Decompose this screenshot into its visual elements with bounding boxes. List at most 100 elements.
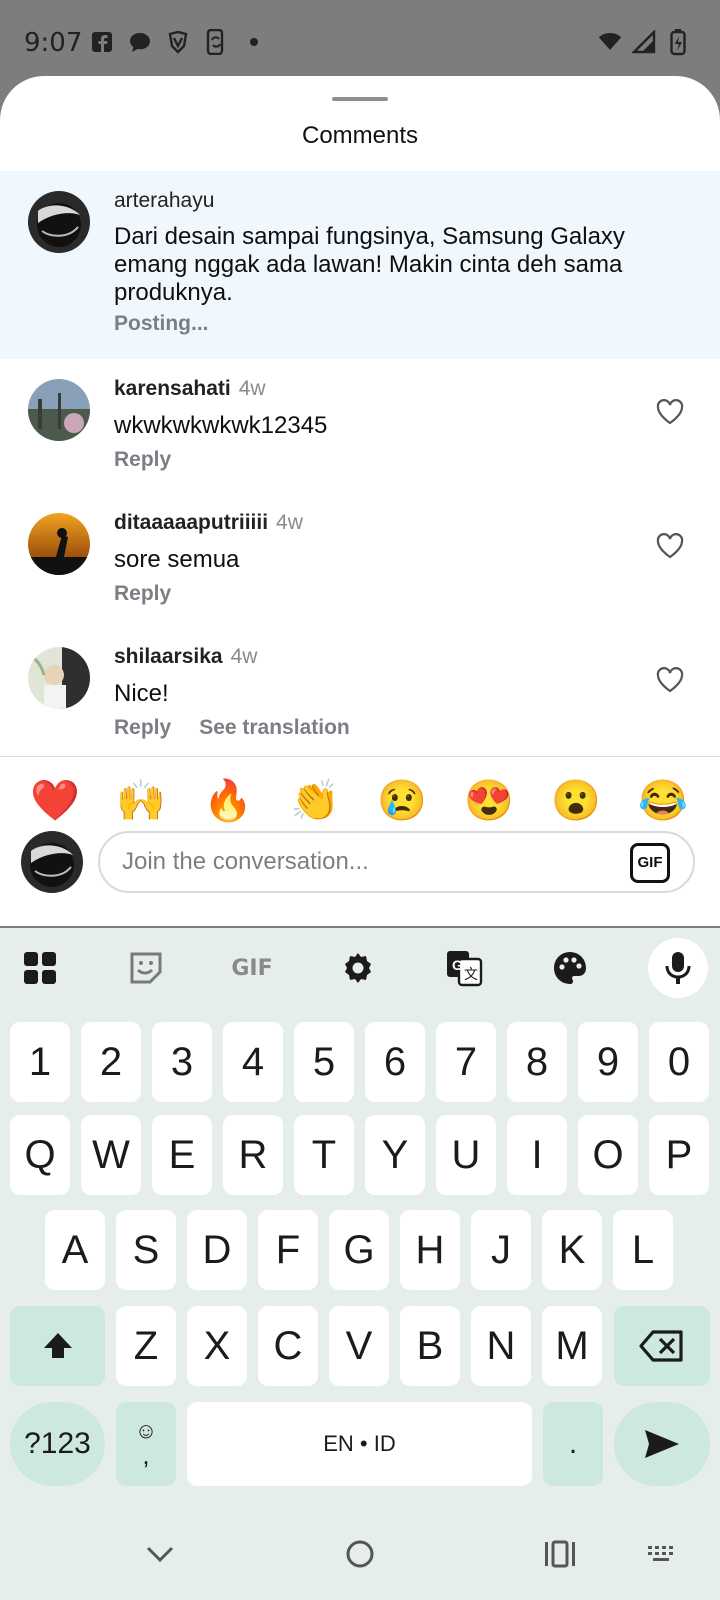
comment-username[interactable]: ditaaaaaputriiiii 4w [114,511,303,535]
status-time: 9:07 [24,28,83,58]
key-u[interactable]: U [436,1115,496,1195]
sheet-drag-handle[interactable] [332,97,388,101]
comment-actions: Reply See translation [114,716,350,740]
reply-button[interactable]: Reply [114,716,171,740]
key-e[interactable]: E [152,1115,212,1195]
key-h[interactable]: H [400,1210,460,1290]
avatar[interactable] [28,379,90,441]
key-i[interactable]: I [507,1115,567,1195]
translate-icon[interactable]: G文 [434,938,494,998]
emoji-heart[interactable]: ❤️ [29,775,81,827]
key-x[interactable]: X [187,1306,247,1386]
avatar[interactable] [28,647,90,709]
comment-username[interactable]: shilaarsika 4w [114,645,257,669]
key-g[interactable]: G [329,1210,389,1290]
my-avatar [21,831,83,893]
like-heart-icon[interactable] [655,665,685,695]
key-4[interactable]: 4 [223,1022,283,1102]
key-w[interactable]: W [81,1115,141,1195]
key-f[interactable]: F [258,1210,318,1290]
apps-grid-icon[interactable] [10,938,70,998]
symbols-key[interactable]: ?123 [10,1402,105,1486]
chevron-down-icon[interactable] [136,1530,184,1578]
emoji-comma-key[interactable]: ☺ , [116,1402,176,1486]
emoji-reaction-bar: ❤️ 🙌 🔥 👏 😢 😍 😮 😂 [0,771,720,831]
settings-gear-icon[interactable] [328,938,388,998]
send-key[interactable] [614,1402,710,1486]
emoji-clap[interactable]: 👏 [289,775,341,827]
system-nav-bar [0,1506,720,1600]
comments-sheet: Comments arterahayu Dari desain sampai f… [0,76,720,926]
posting-status: Posting... [114,312,209,335]
emoji-surprised[interactable]: 😮 [550,775,602,827]
key-s[interactable]: S [116,1210,176,1290]
shift-arrow-icon [43,1333,72,1358]
key-0[interactable]: 0 [649,1022,709,1102]
key-2[interactable]: 2 [81,1022,141,1102]
gif-icon[interactable]: GIF [222,938,282,998]
key-9[interactable]: 9 [578,1022,638,1102]
reply-button[interactable]: Reply [114,582,171,606]
comment-age: 4w [230,645,258,668]
key-3[interactable]: 3 [152,1022,212,1102]
emoji-crying[interactable]: 😢 [376,775,428,827]
key-p[interactable]: P [649,1115,709,1195]
reply-button[interactable]: Reply [114,448,171,472]
comment-item: arterahayu Dari desain sampai fungsinya,… [0,171,720,359]
space-key[interactable]: EN • ID [187,1402,532,1486]
key-c[interactable]: C [258,1306,318,1386]
key-1[interactable]: 1 [10,1022,70,1102]
key-y[interactable]: Y [365,1115,425,1195]
key-k[interactable]: K [542,1210,602,1290]
key-6[interactable]: 6 [365,1022,425,1102]
comment-username[interactable]: arterahayu [114,189,214,213]
comment-username[interactable]: karensahati 4w [114,377,266,401]
send-arrow-icon [645,1430,679,1458]
key-b[interactable]: B [400,1306,460,1386]
emoji-heart-eyes[interactable]: 😍 [463,775,515,827]
see-translation-button[interactable]: See translation [199,716,350,740]
wifi-icon [598,30,622,54]
key-r[interactable]: R [223,1115,283,1195]
gif-button[interactable]: GIF [630,843,670,883]
key-j[interactable]: J [471,1210,531,1290]
backspace-key[interactable] [614,1306,710,1386]
comment-text: wkwkwkwkwk12345 [114,412,328,439]
microphone-icon[interactable] [648,938,708,998]
comment-text: sore semua [114,546,240,573]
sticker-icon[interactable] [116,938,176,998]
key-m[interactable]: M [542,1306,602,1386]
like-heart-icon[interactable] [655,531,685,561]
avatar[interactable] [28,191,90,253]
recents-icon[interactable] [536,1530,584,1578]
period-key[interactable]: . [543,1402,603,1486]
key-l[interactable]: L [613,1210,673,1290]
key-7[interactable]: 7 [436,1022,496,1102]
key-d[interactable]: D [187,1210,247,1290]
key-8[interactable]: 8 [507,1022,567,1102]
key-t[interactable]: T [294,1115,354,1195]
emoji-fire[interactable]: 🔥 [202,775,254,827]
dot-icon [242,30,266,54]
key-5[interactable]: 5 [294,1022,354,1102]
comment-input[interactable] [122,843,602,881]
emoji-laughing[interactable]: 😂 [637,775,689,827]
keyboard-toolbar: GIF G文 [0,928,720,1012]
avatar[interactable] [28,513,90,575]
key-a[interactable]: A [45,1210,105,1290]
key-v[interactable]: V [329,1306,389,1386]
shield-icon [166,30,190,54]
key-n[interactable]: N [471,1306,531,1386]
backspace-icon [639,1330,683,1362]
palette-icon[interactable] [540,938,600,998]
comment-input-container[interactable]: GIF [98,831,695,893]
key-o[interactable]: O [578,1115,638,1195]
like-heart-icon[interactable] [655,397,685,427]
shift-key[interactable] [10,1306,105,1386]
emoji-raised-hands[interactable]: 🙌 [115,775,167,827]
svg-text:文: 文 [464,967,478,983]
key-q[interactable]: Q [10,1115,70,1195]
key-z[interactable]: Z [116,1306,176,1386]
keyboard-switch-icon[interactable] [638,1530,686,1578]
home-circle-icon[interactable] [336,1530,384,1578]
